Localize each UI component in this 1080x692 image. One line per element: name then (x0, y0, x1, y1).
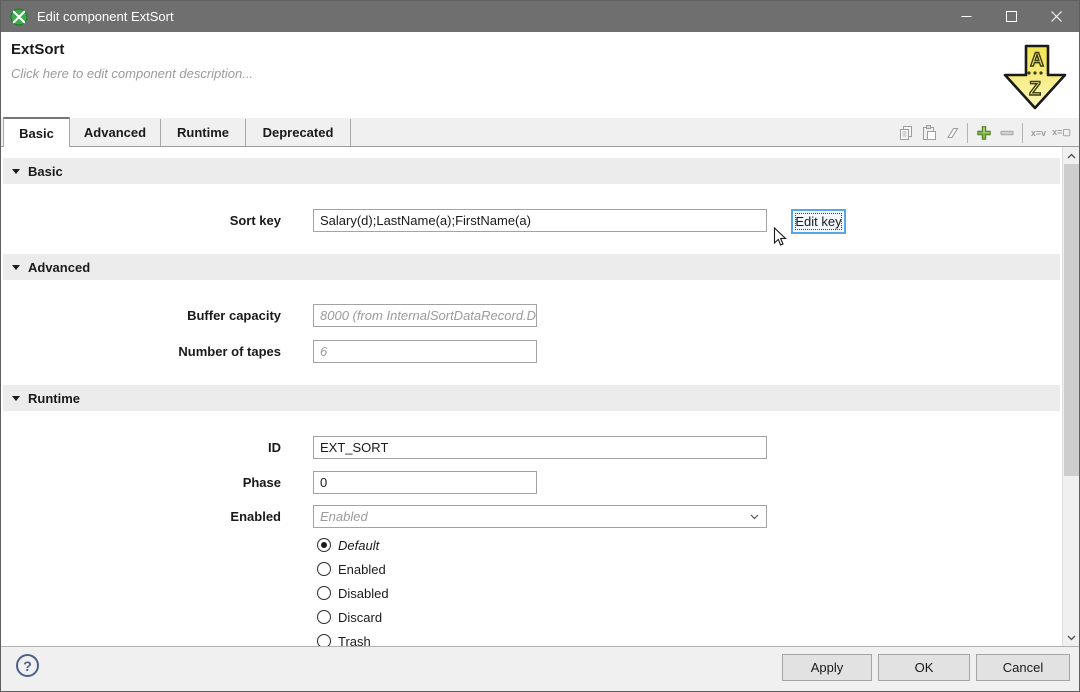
vertical-scrollbar[interactable] (1062, 147, 1079, 646)
phase-label: Phase (1, 471, 281, 494)
sort-key-input[interactable]: Salary(d);LastName(a);FirstName(a) (313, 209, 767, 232)
radio-unselected-icon (317, 586, 331, 600)
ok-button[interactable]: OK (878, 654, 970, 681)
id-label: ID (1, 436, 281, 459)
mouse-cursor (773, 227, 787, 247)
maximize-icon (1006, 11, 1017, 22)
tab-strip: Basic Advanced Runtime Deprecated (1, 118, 1079, 147)
number-of-tapes-label: Number of tapes (1, 340, 281, 363)
chevron-down-icon (1067, 635, 1076, 641)
copy-icon[interactable] (894, 122, 917, 144)
edit-key-button[interactable]: Edit key (791, 209, 846, 234)
enabled-combobox[interactable]: Enabled (313, 505, 767, 528)
dialog-header: ExtSort Click here to edit component des… (1, 32, 1079, 118)
form-scroll-area: Basic Sort key Salary(d);LastName(a);Fir… (1, 147, 1079, 646)
close-icon (1051, 11, 1062, 22)
radio-discard[interactable]: Discard (317, 609, 382, 625)
section-header-advanced[interactable]: Advanced (3, 254, 1060, 280)
minimize-icon (961, 11, 972, 22)
add-icon[interactable] (972, 122, 995, 144)
dialog-footer: ? Apply OK Cancel (1, 646, 1079, 691)
tab-advanced[interactable]: Advanced (70, 119, 161, 146)
remove-icon[interactable] (995, 122, 1018, 144)
edit-component-dialog: Edit component ExtSort ExtSort Click her… (0, 0, 1080, 692)
buffer-capacity-input[interactable]: 8000 (from InternalSortDataRecord.DEFAUL (313, 304, 537, 327)
scroll-up-button[interactable] (1063, 147, 1079, 164)
radio-selected-icon (317, 538, 331, 552)
collapse-triangle-icon (12, 169, 20, 174)
paste-icon[interactable] (917, 122, 940, 144)
scroll-down-button[interactable] (1063, 629, 1079, 646)
window-title: Edit component ExtSort (37, 9, 174, 24)
minimize-button[interactable] (944, 1, 989, 32)
collapse-triangle-icon (12, 265, 20, 270)
radio-trash[interactable]: Trash (317, 633, 371, 646)
help-icon[interactable]: ? (16, 654, 39, 677)
maximize-button[interactable] (989, 1, 1034, 32)
tab-deprecated[interactable]: Deprecated (246, 119, 351, 146)
tab-basic[interactable]: Basic (3, 117, 70, 147)
id-input[interactable]: EXT_SORT (313, 436, 767, 459)
svg-text:A: A (1030, 50, 1044, 71)
radio-unselected-icon (317, 634, 331, 646)
section-header-basic[interactable]: Basic (3, 158, 1060, 184)
sort-key-label: Sort key (1, 209, 281, 232)
clover-icon (10, 8, 28, 26)
section-header-runtime[interactable]: Runtime (3, 385, 1060, 411)
chevron-up-icon (1067, 153, 1076, 159)
eraser-icon[interactable] (940, 122, 963, 144)
radio-unselected-icon (317, 610, 331, 624)
radio-disabled[interactable]: Disabled (317, 585, 389, 601)
enabled-label: Enabled (1, 505, 281, 528)
radio-unselected-icon (317, 562, 331, 576)
tab-runtime[interactable]: Runtime (161, 119, 246, 146)
svg-text:Z: Z (1029, 79, 1041, 100)
az-sort-arrow-icon: A Z (1001, 44, 1069, 112)
title-bar: Edit component ExtSort (1, 1, 1079, 32)
radio-default[interactable]: Default (317, 537, 379, 553)
component-name: ExtSort (11, 41, 64, 58)
caption-buttons (944, 1, 1079, 32)
cancel-button[interactable]: Cancel (976, 654, 1070, 681)
collapse-triangle-icon (12, 396, 20, 401)
phase-input[interactable]: 0 (313, 471, 537, 494)
component-description-placeholder[interactable]: Click here to edit component description… (11, 66, 253, 81)
scrollbar-thumb[interactable] (1064, 164, 1079, 476)
chevron-down-icon (750, 514, 759, 520)
toolbar-separator (1022, 123, 1023, 143)
simple-value-icon[interactable]: x=v (1027, 122, 1050, 144)
radio-enabled[interactable]: Enabled (317, 561, 386, 577)
toolbar-separator (967, 123, 968, 143)
number-of-tapes-input[interactable]: 6 (313, 340, 537, 363)
property-toolbar: x=v x=▢ (894, 120, 1073, 145)
apply-button[interactable]: Apply (782, 654, 872, 681)
windowed-value-icon[interactable]: x=▢ (1050, 122, 1073, 144)
close-button[interactable] (1034, 1, 1079, 32)
buffer-capacity-label: Buffer capacity (1, 304, 281, 327)
